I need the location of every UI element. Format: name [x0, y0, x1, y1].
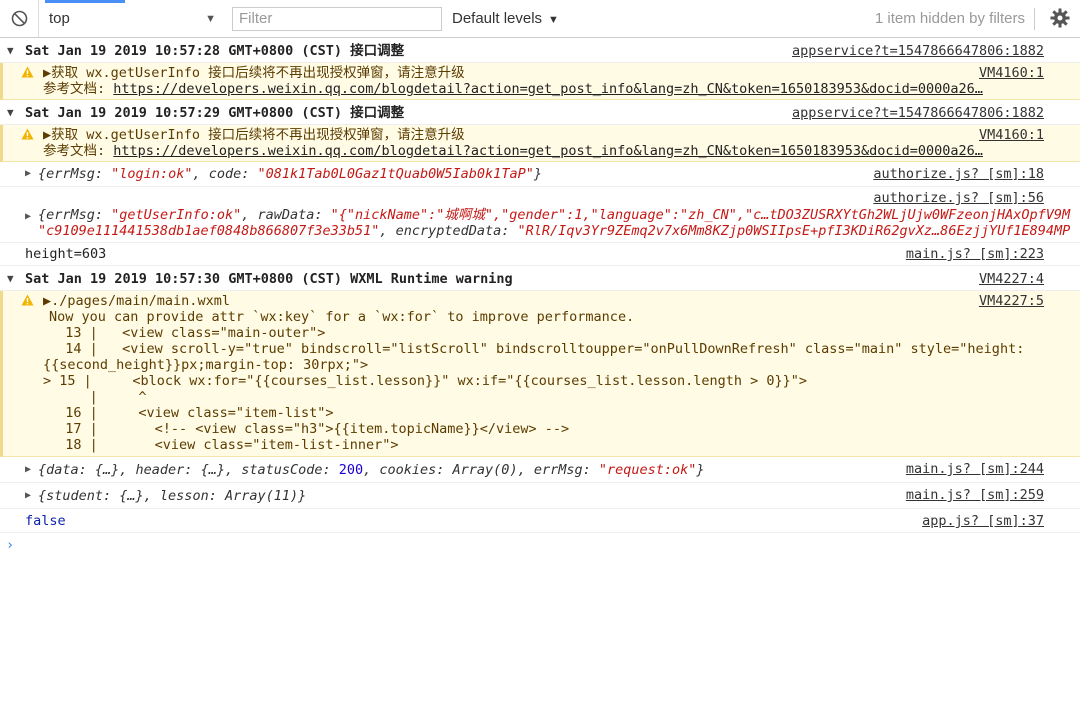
group-title: Sat Jan 19 2019 10:57:30 GMT+0800 (CST) … — [25, 271, 513, 287]
source-link[interactable]: VM4160:1 — [970, 127, 1044, 143]
code-line: 17 | <!-- <view class="h3">{{item.topicN… — [49, 421, 570, 437]
expand-triangle-icon[interactable]: ▶ — [43, 127, 51, 143]
context-selector[interactable]: top ▼ — [39, 10, 224, 27]
doc-label: 参考文档: — [43, 143, 114, 159]
warning-icon — [21, 66, 34, 82]
expand-triangle-icon[interactable]: ▶ — [25, 166, 31, 182]
warning-path: ./pages/main/main.wxml — [51, 293, 230, 309]
warning-message: ▶获取 wx.getUserInfo 接口后续将不再出现授权弹窗，请注意升级 参… — [0, 125, 1080, 162]
warning-message: ▶获取 wx.getUserInfo 接口后续将不再出现授权弹窗，请注意升级 参… — [0, 63, 1080, 100]
expand-triangle-icon[interactable]: ▼ — [7, 271, 14, 287]
log-text: height=603 — [25, 246, 107, 262]
code-line: 13 | <view class="main-outer"> — [49, 325, 326, 341]
log-levels-dropdown[interactable]: Default levels ▼ — [452, 10, 559, 27]
warning-detail: Now you can provide attr `wx:key` for a … — [49, 309, 635, 325]
log-message: false app.js? [sm]:37 — [0, 509, 1080, 533]
source-link[interactable]: VM4160:1 — [970, 65, 1044, 81]
code-line: 14 | <view scroll-y="true" bindscroll="l… — [49, 341, 1025, 357]
code-line-highlight: > 15 | <block wx:for="{{courses_list.les… — [43, 373, 808, 389]
doc-label: 参考文档: — [43, 81, 114, 97]
object-text: {data: {…}, header: {…}, statusCode: 200… — [38, 462, 705, 478]
context-label: top — [49, 10, 70, 27]
code-line: 16 | <view class="item-list"> — [49, 405, 334, 421]
console-prompt[interactable]: › — [0, 533, 1080, 553]
warning-text: 获取 wx.getUserInfo 接口后续将不再出现授权弹窗，请注意升级 — [51, 65, 465, 81]
hidden-items-info: 1 item hidden by filters — [874, 10, 1025, 27]
clear-console-button[interactable] — [0, 0, 39, 37]
expand-triangle-icon[interactable]: ▶ — [25, 462, 31, 478]
object-text-continued: "c9109e111441538db1aef0848b866807f3e33b5… — [38, 223, 1071, 239]
log-boolean: false — [25, 513, 66, 529]
log-message: height=603 main.js? [sm]:223 — [0, 243, 1080, 266]
log-object[interactable]: ▶ {student: {…}, lesson: Array(11)} main… — [0, 483, 1080, 509]
console-messages: ▼ Sat Jan 19 2019 10:57:28 GMT+0800 (CST… — [0, 38, 1080, 553]
log-object[interactable]: authorize.js? [sm]:56 ▶ {errMsg: "getUse… — [0, 187, 1080, 243]
log-group-header[interactable]: ▼ Sat Jan 19 2019 10:57:29 GMT+0800 (CST… — [0, 100, 1080, 125]
code-line: {{second_height}}px;margin-top: 30rpx;"> — [43, 357, 369, 373]
code-caret-line: | ^ — [49, 389, 147, 405]
code-line: 18 | <view class="item-list-inner"> — [49, 437, 399, 453]
wxml-warning-message: ▶./pages/main/main.wxml Now you can prov… — [0, 291, 1080, 457]
log-group-header[interactable]: ▼ Sat Jan 19 2019 10:57:30 GMT+0800 (CST… — [0, 266, 1080, 291]
filter-input[interactable]: Filter — [232, 6, 442, 31]
levels-label: Default levels — [452, 10, 543, 27]
group-title: Sat Jan 19 2019 10:57:28 GMT+0800 (CST) … — [25, 43, 405, 59]
log-object[interactable]: ▶ {data: {…}, header: {…}, statusCode: 2… — [0, 457, 1080, 483]
expand-triangle-icon[interactable]: ▶ — [43, 293, 51, 309]
source-link[interactable]: main.js? [sm]:223 — [898, 246, 1044, 262]
console-toolbar: top ▼ Filter Default levels ▼ 1 item hidd… — [0, 0, 1080, 38]
log-object[interactable]: ▶ {errMsg: "login:ok", code: "081k1Tab0L… — [0, 162, 1080, 187]
expand-triangle-icon[interactable]: ▶ — [43, 65, 51, 81]
source-link[interactable]: app.js? [sm]:37 — [914, 513, 1044, 529]
expand-triangle-icon[interactable]: ▶ — [25, 488, 31, 504]
source-link[interactable]: main.js? [sm]:259 — [897, 487, 1044, 503]
dropdown-arrow-icon: ▼ — [548, 14, 559, 26]
dropdown-arrow-icon: ▼ — [205, 12, 216, 25]
doc-link[interactable]: https://developers.weixin.qq.com/blogdet… — [113, 81, 983, 97]
settings-button[interactable] — [1050, 8, 1070, 32]
source-link[interactable]: VM4227:4 — [971, 271, 1044, 287]
gear-icon — [1050, 8, 1070, 28]
source-link[interactable]: authorize.js? [sm]:56 — [865, 190, 1044, 206]
expand-triangle-icon[interactable]: ▶ — [25, 209, 31, 225]
source-link[interactable]: appservice?t=1547866647806:1882 — [784, 43, 1044, 59]
warning-text: 获取 wx.getUserInfo 接口后续将不再出现授权弹窗，请注意升级 — [51, 127, 465, 143]
filter-placeholder: Filter — [239, 10, 273, 27]
object-text: {errMsg: "getUserInfo:ok", rawData: "{"n… — [38, 207, 1071, 223]
doc-link[interactable]: https://developers.weixin.qq.com/blogdet… — [113, 143, 983, 159]
log-group-header[interactable]: ▼ Sat Jan 19 2019 10:57:28 GMT+0800 (CST… — [0, 38, 1080, 63]
object-text: {errMsg: "login:ok", code: "081k1Tab0L0G… — [38, 166, 542, 182]
warning-icon — [21, 294, 34, 310]
clear-icon — [11, 10, 27, 27]
source-link[interactable]: authorize.js? [sm]:18 — [865, 166, 1044, 182]
expand-triangle-icon[interactable]: ▼ — [7, 43, 14, 59]
source-link[interactable]: VM4227:5 — [970, 293, 1044, 309]
prompt-chevron-icon: › — [6, 537, 15, 553]
source-link[interactable]: appservice?t=1547866647806:1882 — [784, 105, 1044, 121]
group-title: Sat Jan 19 2019 10:57:29 GMT+0800 (CST) … — [25, 105, 405, 121]
object-text: {student: {…}, lesson: Array(11)} — [38, 488, 307, 504]
source-link[interactable]: main.js? [sm]:244 — [897, 461, 1044, 477]
expand-triangle-icon[interactable]: ▼ — [7, 105, 14, 121]
warning-icon — [21, 128, 34, 144]
toolbar-divider — [1034, 8, 1035, 30]
active-tab-indicator — [45, 0, 125, 3]
